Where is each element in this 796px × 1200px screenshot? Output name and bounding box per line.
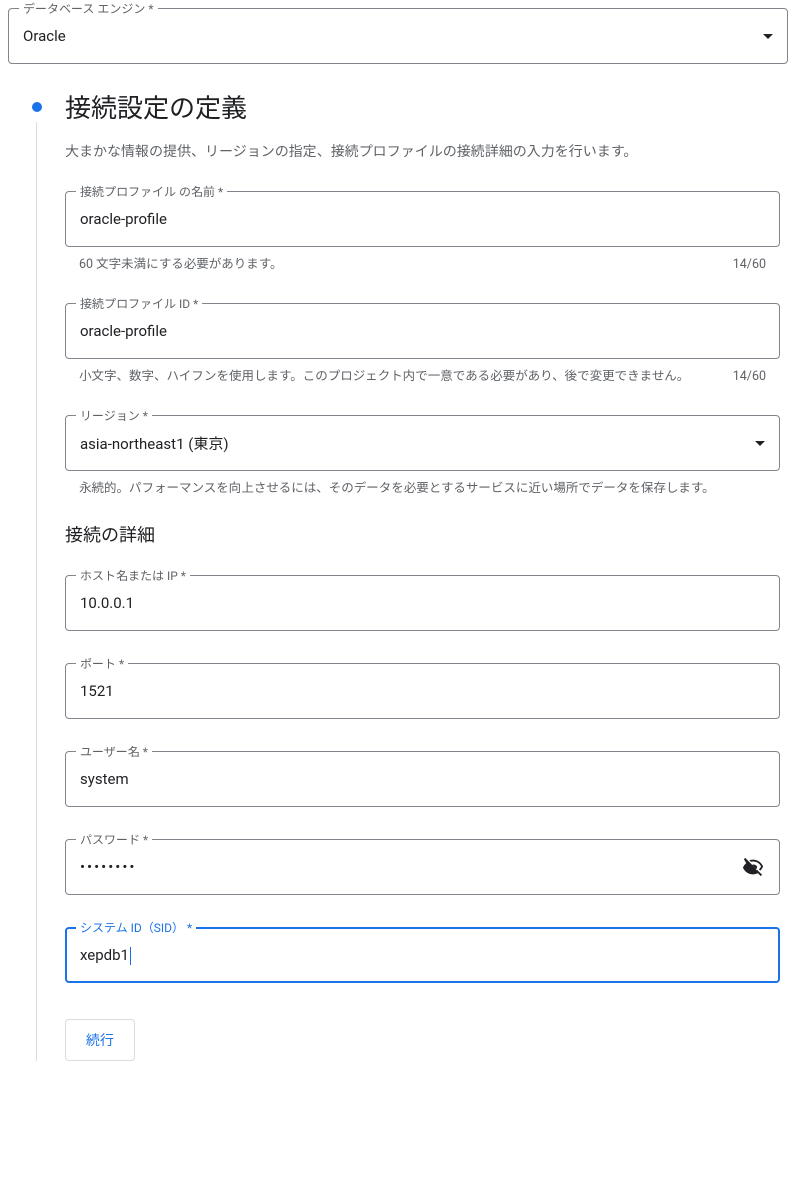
username-input[interactable]	[80, 770, 765, 788]
region-label: リージョン *	[76, 407, 152, 424]
step-bullet-icon	[32, 102, 42, 112]
password-value: ••••••••	[80, 858, 742, 876]
sid-label: システム ID（SID） *	[76, 919, 196, 936]
database-engine-value: Oracle	[23, 27, 763, 45]
section-description: 大まかな情報の提供、リージョンの指定、接続プロファイルの接続詳細の入力を行います…	[65, 141, 780, 163]
profile-name-input[interactable]	[80, 210, 765, 228]
profile-id-input[interactable]	[80, 322, 765, 340]
profile-id-counter: 14/60	[733, 367, 766, 387]
database-engine-select[interactable]: データベース エンジン * Oracle	[8, 8, 788, 64]
host-input[interactable]	[80, 594, 765, 612]
database-engine-label: データベース エンジン *	[19, 0, 158, 17]
connection-details-heading: 接続の詳細	[65, 521, 780, 547]
profile-name-label: 接続プロファイル の名前 *	[76, 183, 227, 200]
port-field[interactable]: ポート *	[65, 663, 780, 719]
profile-id-label: 接続プロファイル ID *	[76, 295, 202, 312]
port-label: ポート *	[76, 655, 128, 672]
sid-field[interactable]: システム ID（SID） * xepdb1	[65, 927, 780, 983]
profile-name-counter: 14/60	[733, 255, 766, 275]
chevron-down-icon	[763, 34, 773, 39]
sid-input[interactable]: xepdb1	[80, 946, 765, 965]
profile-id-field[interactable]: 接続プロファイル ID *	[65, 303, 780, 359]
region-helper: 永続的。パフォーマンスを向上させるには、そのデータを必要とするサービスに近い場所…	[79, 479, 766, 499]
port-input[interactable]	[80, 682, 765, 700]
section-title: 接続設定の定義	[65, 88, 780, 125]
username-label: ユーザー名 *	[76, 743, 152, 760]
username-field[interactable]: ユーザー名 *	[65, 751, 780, 807]
host-label: ホスト名または IP *	[76, 567, 190, 584]
host-field[interactable]: ホスト名または IP *	[65, 575, 780, 631]
chevron-down-icon	[755, 441, 765, 446]
visibility-off-icon[interactable]	[742, 855, 765, 879]
continue-button[interactable]: 続行	[65, 1019, 135, 1061]
password-label: パスワード *	[76, 831, 152, 848]
region-select[interactable]: リージョン * asia-northeast1 (東京)	[65, 415, 780, 471]
password-field[interactable]: パスワード * ••••••••	[65, 839, 780, 895]
profile-name-field[interactable]: 接続プロファイル の名前 *	[65, 191, 780, 247]
profile-id-helper: 小文字、数字、ハイフンを使用します。このプロジェクト内で一意である必要があり、後…	[79, 367, 717, 387]
region-value: asia-northeast1 (東京)	[80, 433, 755, 454]
profile-name-helper: 60 文字未満にする必要があります。	[79, 255, 717, 275]
